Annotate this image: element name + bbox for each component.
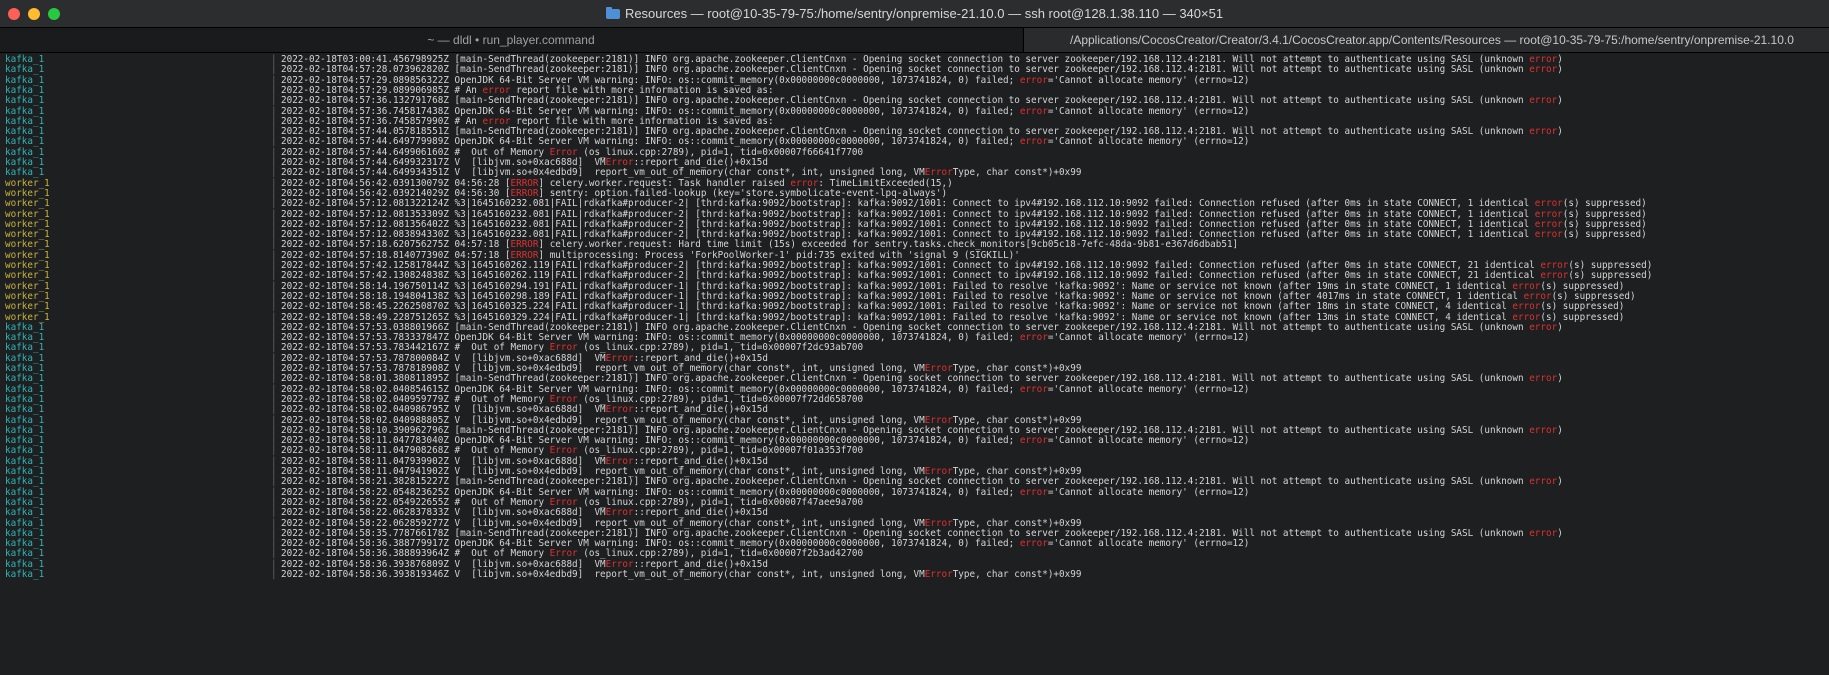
log-message: 2022-02-18T04:58:36.393819346Z V [libjvm… <box>281 569 1082 580</box>
folder-icon <box>605 7 620 19</box>
tab-run-player[interactable]: ~ — dldl • run_player.command <box>0 28 1022 52</box>
terminal-output[interactable]: kafka_1 | 2022-02-18T03:00:41.456798925Z [… <box>0 54 1829 675</box>
tab-bar: ~ — dldl • run_player.command /Applicati… <box>0 28 1829 53</box>
error-keyword: Error <box>924 569 953 580</box>
title-bar: Resources — root@10-35-79-75:/home/sentr… <box>0 0 1829 28</box>
log-service-name: kafka_1 <box>5 569 45 580</box>
terminal-window: Resources — root@10-35-79-75:/home/sentr… <box>0 0 1829 675</box>
window-title: Resources — root@10-35-79-75:/home/sentr… <box>0 6 1829 21</box>
window-title-text: Resources — root@10-35-79-75:/home/sentr… <box>624 6 1224 21</box>
tab-resources[interactable]: /Applications/CocosCreator/Creator/3.4.1… <box>1023 28 1829 52</box>
log-separator: | <box>271 569 277 580</box>
log-line: kafka_1 | 2022-02-18T04:58:36.393819346Z V… <box>0 569 1829 581</box>
